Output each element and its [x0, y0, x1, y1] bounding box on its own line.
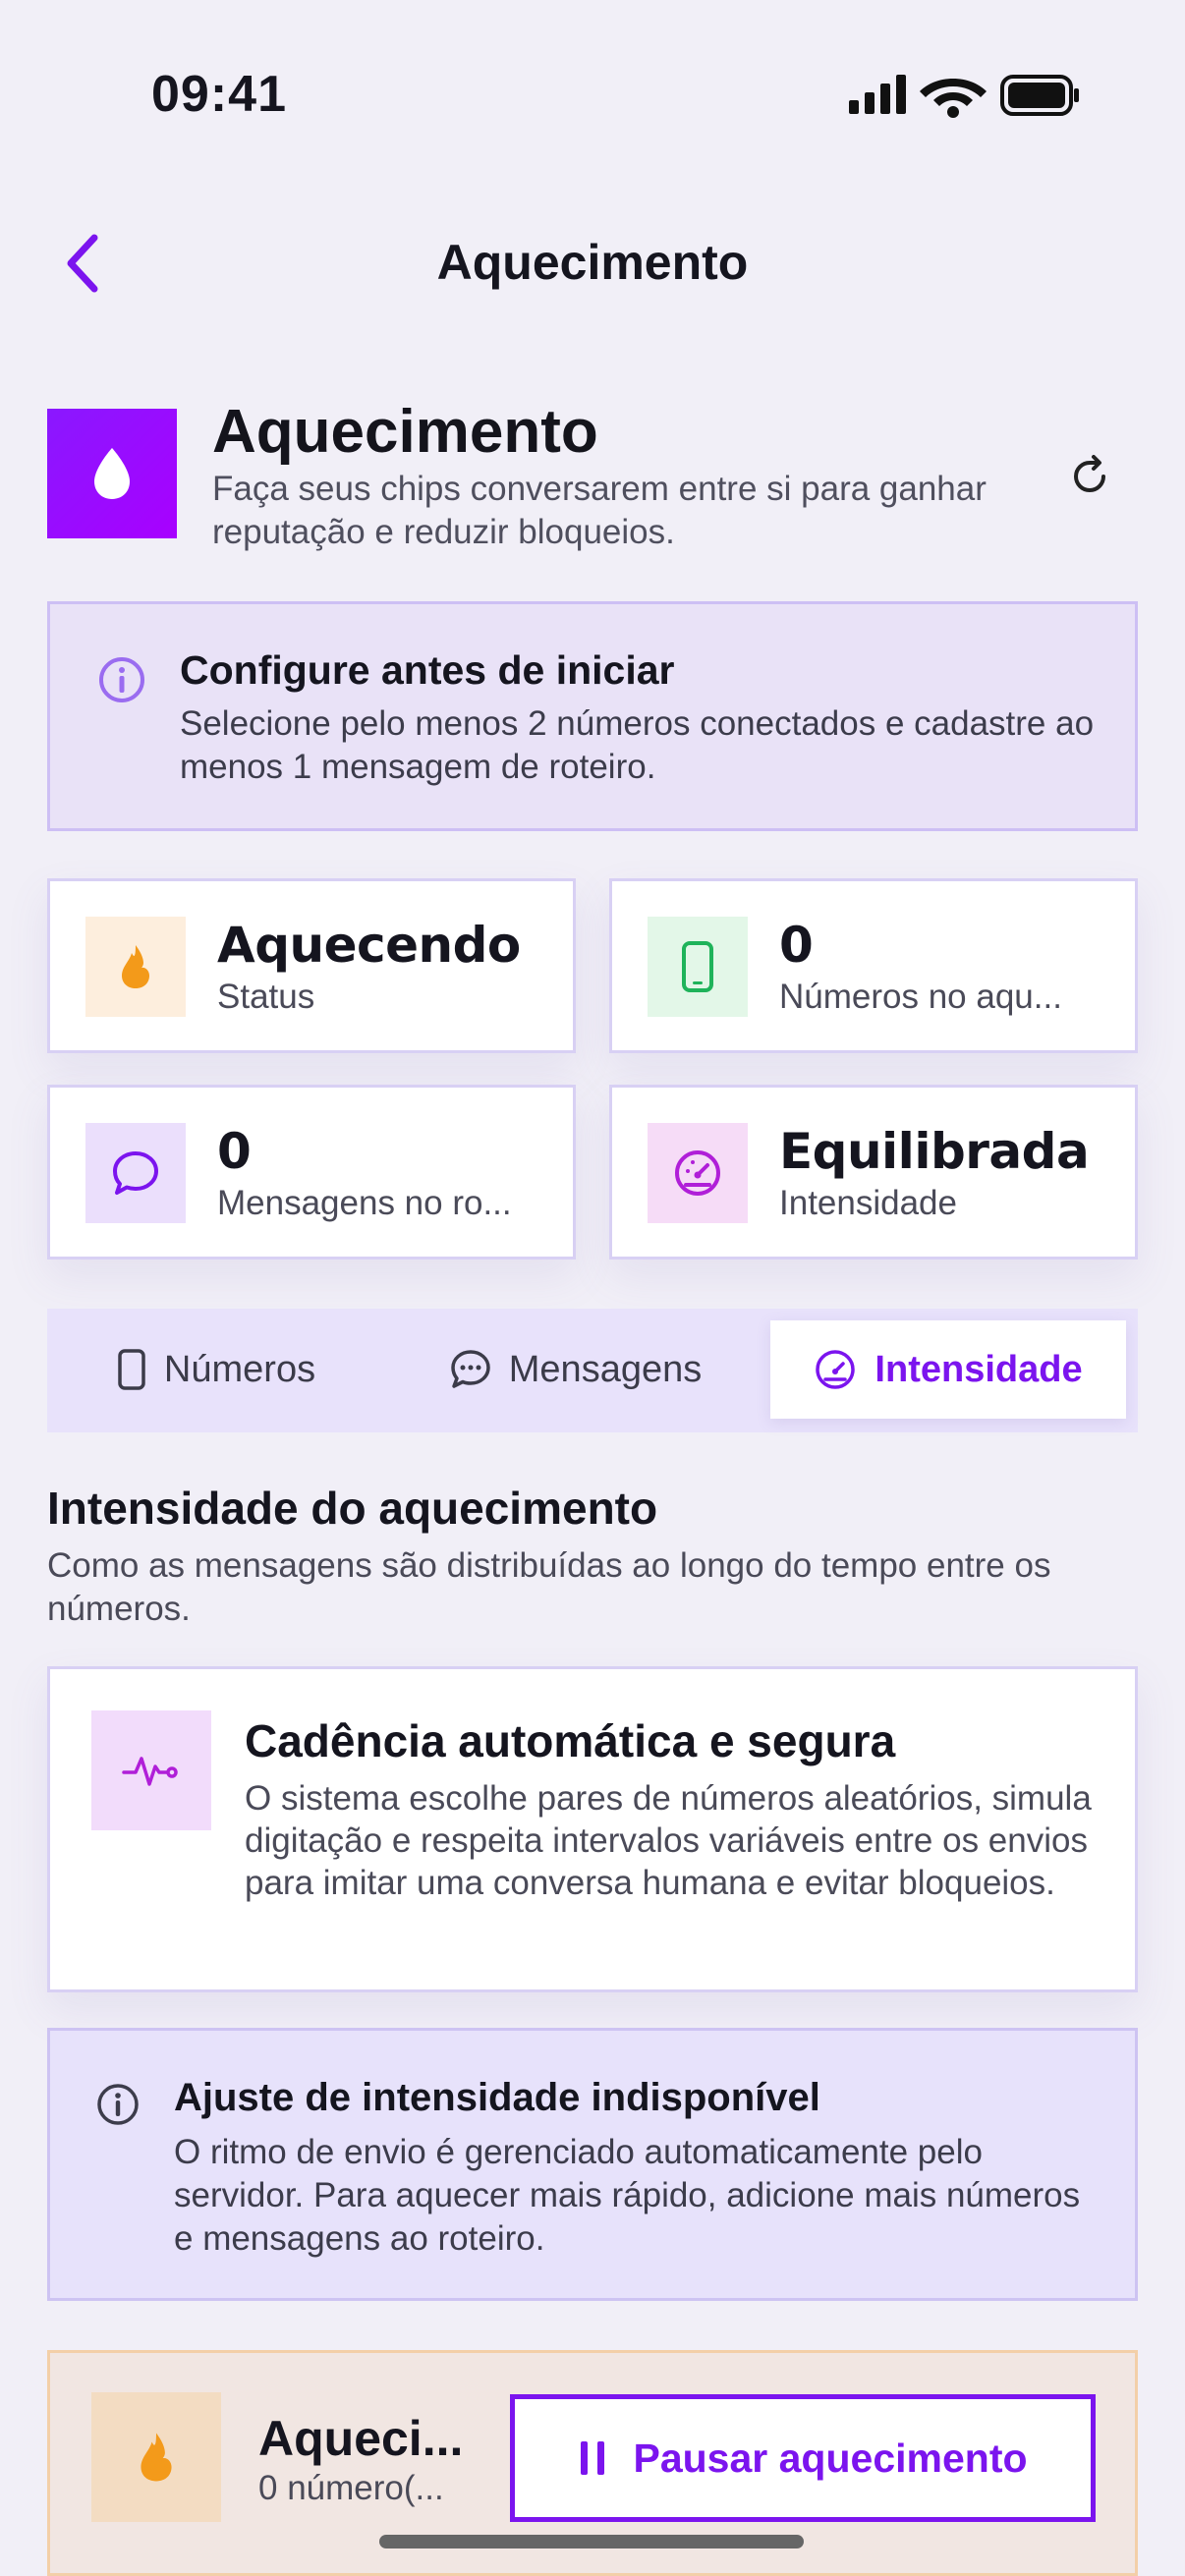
auto-card-text: O sistema escolhe pares de números aleat… [245, 1779, 1092, 1902]
bottom-bar-subtitle: 0 número(... [258, 2469, 444, 2507]
chat-icon [85, 1123, 186, 1223]
phone-icon [648, 917, 748, 1017]
info-icon [95, 2082, 141, 2132]
notice2-title: Ajuste de intensidade indisponível [174, 2076, 820, 2119]
stat-label: Intensidade [779, 1184, 957, 1222]
tab-intensidade[interactable]: Intensidade [770, 1320, 1126, 1419]
flame-icon [91, 2392, 221, 2522]
header-title: Aquecimento [212, 398, 598, 466]
tab-label: Mensagens [508, 1348, 703, 1390]
status-time: 09:41 [151, 66, 287, 123]
stat-card-intensity: Equilibrada Intensidade [609, 1085, 1138, 1260]
page-title: Aquecimento [436, 235, 749, 290]
status-icons [847, 71, 1083, 120]
tab-mensagens[interactable]: Mensagens [389, 1320, 762, 1419]
wifi-icon [920, 79, 987, 118]
stat-value: 0 [779, 917, 814, 974]
stat-value: Equilibrada [779, 1123, 1090, 1180]
stat-value: 0 [217, 1123, 252, 1180]
stat-label: Status [217, 978, 315, 1016]
stat-card-messages: 0 Mensagens no ro... [47, 1085, 576, 1260]
stat-card-numbers: 0 Números no aqu... [609, 878, 1138, 1053]
refresh-icon [1074, 455, 1105, 492]
refresh-button[interactable] [1055, 442, 1124, 511]
chat-dots-icon [451, 1350, 490, 1388]
setup-notice: Configure antes de iniciar Selecione pel… [47, 601, 1138, 831]
section-subtitle: Como as mensagens são distribuídas ao lo… [47, 1546, 1051, 1628]
home-indicator[interactable] [379, 2535, 804, 2548]
phone-icon [118, 1349, 145, 1390]
bottom-bar-title: Aqueci... [258, 2411, 464, 2466]
pause-icon [581, 2441, 605, 2475]
notice-text: Selecione pelo menos 2 números conectado… [180, 704, 1095, 786]
notice-title: Configure antes de iniciar [180, 647, 675, 693]
gauge-icon [816, 1350, 856, 1389]
intensity-notice: Ajuste de intensidade indisponível O rit… [47, 2028, 1138, 2301]
stat-label: Mensagens no ro... [217, 1184, 512, 1222]
warming-header-icon [47, 409, 177, 538]
header-subtitle: Faça seus chips conversarem entre si par… [212, 470, 987, 551]
tab-label: Números [163, 1348, 316, 1390]
gauge-icon [648, 1123, 748, 1223]
stat-label: Números no aqu... [779, 978, 1062, 1016]
battery-icon [1000, 75, 1079, 116]
stat-card-status: Aquecendo Status [47, 878, 576, 1053]
notice2-text: O ritmo de envio é gerenciado automatica… [174, 2133, 1081, 2258]
auto-cadence-card: Cadência automática e segura O sistema e… [47, 1666, 1138, 1992]
pulse-icon [91, 1710, 211, 1830]
tab-label: Intensidade [875, 1348, 1083, 1390]
pause-warming-button[interactable]: Pausar aquecimento [510, 2394, 1096, 2522]
signal-icon [849, 75, 906, 114]
section-title: Intensidade do aquecimento [47, 1483, 658, 1534]
info-icon [97, 655, 146, 709]
pause-button-label: Pausar aquecimento [633, 2435, 1028, 2481]
drop-flame-icon [94, 448, 130, 499]
tab-numeros[interactable]: Números [47, 1320, 385, 1419]
tab-bar: Números Mensagens Intensidade [47, 1309, 1138, 1432]
flame-icon [85, 917, 186, 1017]
stat-value: Aquecendo [217, 917, 521, 974]
auto-card-title: Cadência automática e segura [245, 1715, 896, 1766]
